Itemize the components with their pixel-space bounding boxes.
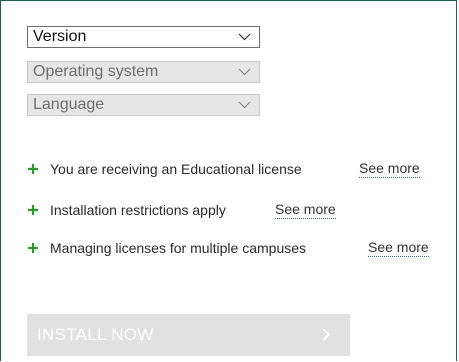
info-row-text: Managing licenses for multiple campuses	[50, 240, 307, 256]
info-row-text: You are receiving an Educational license	[50, 161, 302, 177]
version-select[interactable]: Version	[27, 26, 260, 48]
install-now-button[interactable]: INSTALL NOW	[27, 314, 350, 356]
chevron-down-icon	[238, 33, 251, 41]
version-select-label: Version	[33, 28, 87, 45]
chevron-down-icon	[238, 68, 251, 76]
operating-system-select[interactable]: Operating system	[27, 61, 260, 83]
see-more-link[interactable]: See more	[275, 199, 336, 219]
language-select-label: Language	[33, 96, 105, 113]
see-more-link[interactable]: See more	[368, 237, 429, 257]
info-row-installation-restrictions[interactable]: Installation restrictions apply See more	[27, 199, 357, 221]
download-panel: Version Operating system Language You ar…	[0, 0, 457, 361]
info-row-multiple-campuses[interactable]: Managing licenses for multiple campuses …	[27, 237, 447, 259]
plus-icon	[28, 164, 38, 174]
plus-icon	[28, 243, 38, 253]
info-row-text: Installation restrictions apply	[50, 202, 226, 218]
see-more-link[interactable]: See more	[359, 158, 420, 178]
plus-icon	[28, 205, 38, 215]
chevron-down-icon	[238, 101, 251, 109]
chevron-right-icon	[322, 328, 330, 341]
info-row-educational-license[interactable]: You are receiving an Educational license…	[27, 158, 447, 180]
install-now-label: INSTALL NOW	[37, 325, 154, 344]
operating-system-select-label: Operating system	[33, 63, 159, 80]
language-select[interactable]: Language	[27, 94, 260, 116]
